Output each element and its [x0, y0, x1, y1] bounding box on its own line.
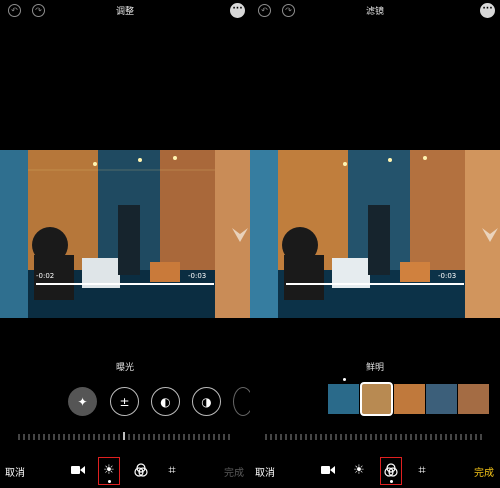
timeline-track[interactable] [36, 283, 214, 285]
done-button[interactable]: 完成 [474, 464, 494, 479]
more-options-icon[interactable]: ··· [230, 3, 245, 18]
adjustment-name: 曝光 [115, 363, 134, 373]
adjustment-slider[interactable] [18, 432, 233, 440]
more-options-icon[interactable]: ··· [480, 3, 495, 18]
edit-panel-filters: ↶ ↷ 滤镜 ··· -0:03 鲜明 取消 ☀ ⌗ 完成 [250, 0, 500, 488]
time-remaining-left: -0:02 [36, 272, 55, 280]
video-icon[interactable] [70, 462, 86, 478]
filter-name: 鲜明 [365, 363, 384, 373]
video-icon[interactable] [320, 462, 336, 478]
photo-preview [250, 150, 500, 318]
done-button[interactable]: 完成 [224, 464, 244, 479]
filter-thumb-selected[interactable] [360, 382, 393, 416]
crop-icon[interactable]: ⌗ [414, 462, 430, 478]
filter-thumb[interactable] [394, 384, 425, 414]
photo-preview [0, 150, 250, 318]
panel-title: 滤镜 [365, 7, 384, 17]
filter-intensity-slider[interactable] [264, 432, 484, 440]
cancel-button[interactable]: 取消 [5, 464, 25, 479]
panel-title: 调整 [115, 7, 134, 17]
crop-icon[interactable]: ⌗ [164, 462, 180, 478]
brilliance-icon[interactable]: ◐ [151, 387, 180, 416]
time-remaining-right: -0:03 [438, 272, 457, 280]
timeline-track[interactable] [286, 283, 464, 285]
adjust-icon[interactable]: ☀ [351, 462, 367, 478]
filter-thumb[interactable] [458, 384, 489, 414]
contrast-icon[interactable]: ◑ [192, 387, 221, 416]
filter-thumb[interactable] [328, 384, 359, 414]
next-tool-icon[interactable] [233, 387, 250, 416]
exposure-icon[interactable]: ± [110, 387, 139, 416]
filter-strip[interactable] [328, 382, 500, 416]
active-indicator [108, 480, 111, 483]
active-indicator [390, 480, 393, 483]
time-remaining-right: -0:03 [188, 272, 207, 280]
magic-wand-icon[interactable]: ✦ [68, 387, 97, 416]
filters-icon[interactable] [133, 462, 149, 478]
filter-thumb[interactable] [426, 384, 457, 414]
cancel-button[interactable]: 取消 [255, 464, 275, 479]
edit-panel-adjust: ↶ ↷ 调整 ··· -0:02 -0:03 曝光 ✦ ± ◐ ◑ 取消 ☀ ⌗… [0, 0, 250, 488]
filter-original-marker [343, 378, 346, 381]
